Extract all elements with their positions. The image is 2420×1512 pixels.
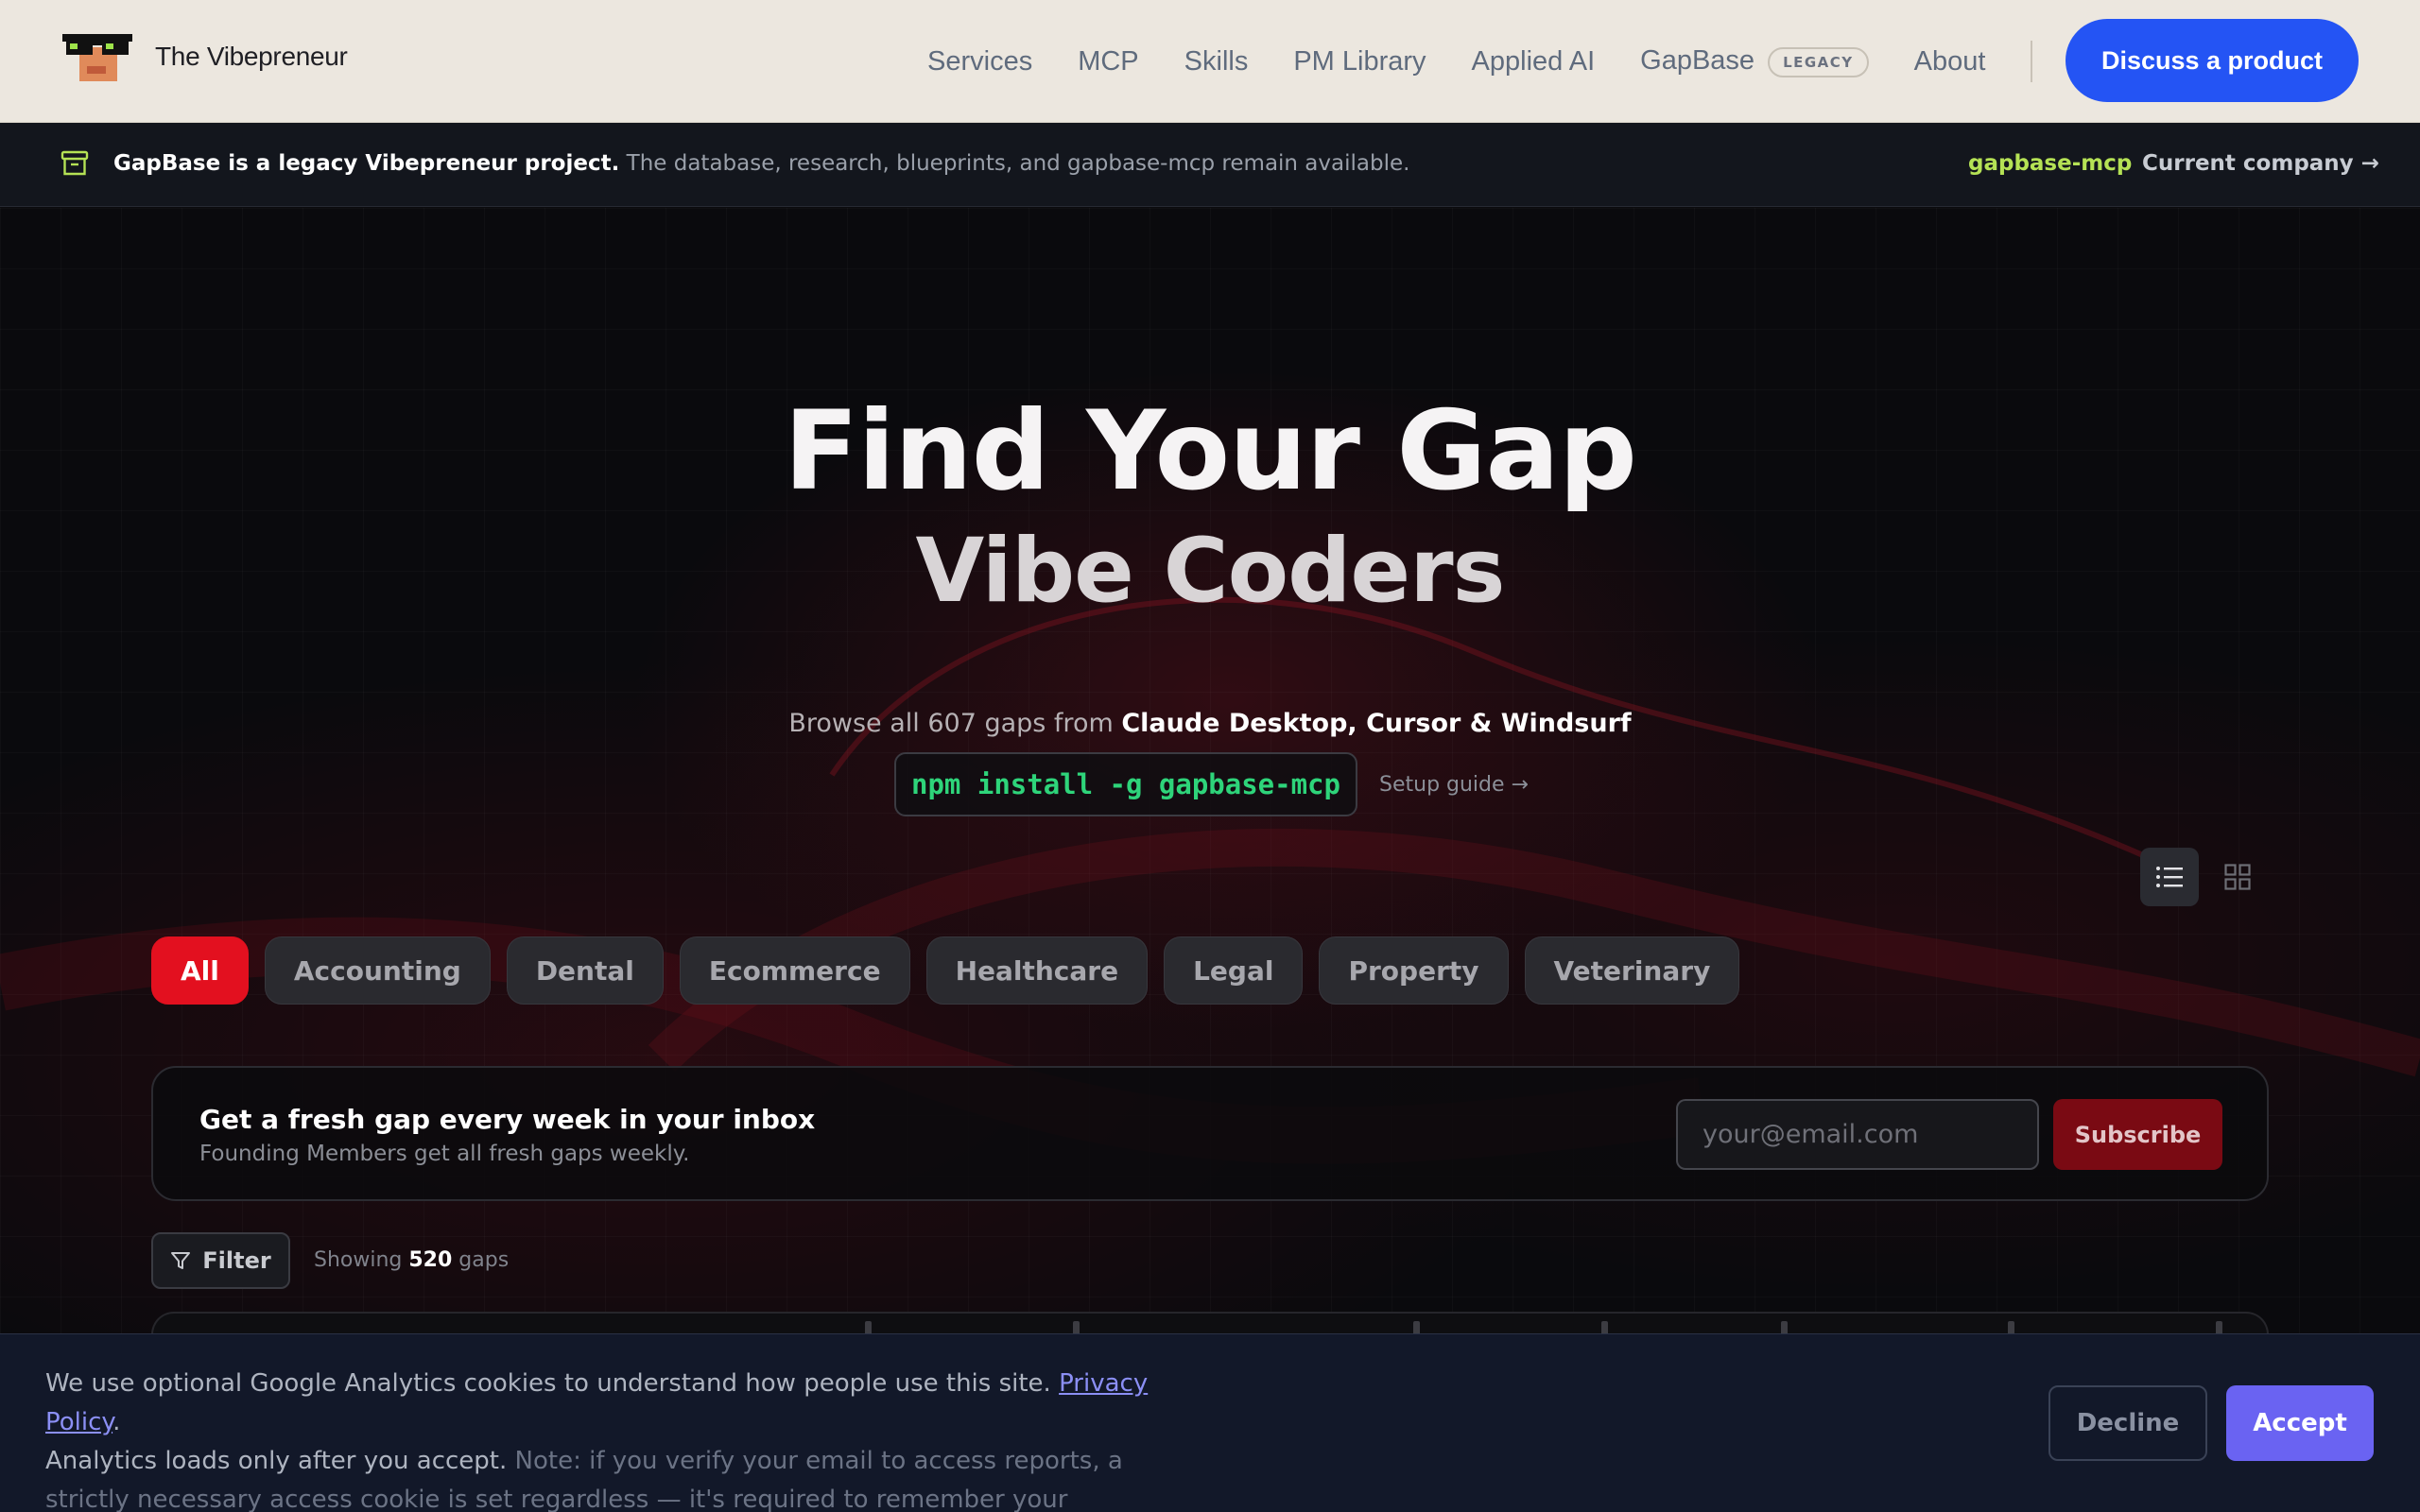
setup-guide-link[interactable]: Setup guide → [1379,773,1529,797]
cookie-message: We use optional Google Analytics cookies… [45,1365,1161,1512]
brand-logo[interactable]: The Vibepreneur [62,30,348,83]
grid-view-toggle[interactable] [2208,848,2267,906]
grid-view-icon [2224,864,2251,890]
hero-section: Find Your Gap Vibe Coders Browse all 607… [0,208,2420,1512]
brand-name: The Vibepreneur [155,42,348,71]
subscribe-title: Get a fresh gap every week in your inbox [199,1104,816,1135]
arrow-right-icon: → [2360,151,2379,176]
pixel-sunglasses-avatar-icon [62,34,132,81]
results-count: Showing 520 gaps [314,1248,509,1272]
legacy-banner: GapBase is a legacy Vibepreneur project.… [0,123,2420,207]
nav-services[interactable]: Services [927,46,1032,77]
showing-prefix: Showing [314,1248,409,1272]
current-company-link[interactable]: Current company → [2142,151,2379,176]
cookie-line2: Analytics loads only after you accept. [45,1447,515,1475]
banner-bold: GapBase is a legacy Vibepreneur project. [113,151,620,176]
cookie-line1: We use optional Google Analytics cookies… [45,1369,1060,1398]
cookie-line1-end: . [112,1408,121,1436]
nav-pm-library[interactable]: PM Library [1293,46,1426,77]
showing-suffix: gaps [452,1248,510,1272]
site-header: The Vibepreneur Services MCP Skills PM L… [0,0,2420,123]
nav-gapbase-label: GapBase [1640,45,1755,77]
chip-healthcare[interactable]: Healthcare [925,936,1149,1005]
subscribe-card: Get a fresh gap every week in your inbox… [151,1066,2269,1201]
accept-cookies-button[interactable]: Accept [2226,1385,2374,1461]
nav-divider [2031,41,2033,82]
nav-mcp[interactable]: MCP [1078,46,1138,77]
hero-title: Find Your Gap [784,387,1637,515]
browse-clients: Claude Desktop, Cursor & Windsurf [1121,709,1632,738]
nav-gapbase[interactable]: GapBase LEGACY [1640,45,1869,77]
subscribe-description: Founding Members get all fresh gaps week… [199,1142,690,1166]
banner-body: The database, research, blueprints, and … [619,151,1410,176]
archive-icon [60,150,89,176]
nav-applied-ai[interactable]: Applied AI [1472,46,1596,77]
chip-ecommerce[interactable]: Ecommerce [679,936,910,1005]
filter-label: Filter [202,1247,271,1274]
category-chips: All Accounting Dental Ecommerce Healthca… [151,936,1740,1005]
discuss-product-button[interactable]: Discuss a product [2066,19,2359,102]
cookie-consent-bar: We use optional Google Analytics cookies… [0,1333,2420,1512]
funnel-icon [171,1252,191,1269]
chip-veterinary[interactable]: Veterinary [1524,936,1740,1005]
chip-dental[interactable]: Dental [506,936,664,1005]
chip-legal[interactable]: Legal [1164,936,1304,1005]
filter-button[interactable]: Filter [151,1232,290,1289]
banner-message: GapBase is a legacy Vibepreneur project.… [113,151,1409,176]
npm-install-command[interactable]: npm install -g gapbase-mcp [894,752,1357,816]
decline-cookies-button[interactable]: Decline [2048,1385,2207,1461]
browse-text: Browse all 607 gaps from Claude Desktop,… [0,709,2420,738]
gapbase-mcp-link[interactable]: gapbase-mcp [1968,151,2132,176]
hero-subtitle: Vibe Coders [915,520,1506,623]
subscribe-button[interactable]: Subscribe [2053,1099,2222,1170]
list-view-toggle[interactable] [2140,848,2199,906]
showing-count: 520 [408,1248,453,1272]
nav-about[interactable]: About [1914,46,1986,77]
browse-prefix: Browse all 607 gaps from [788,709,1122,738]
chip-all[interactable]: All [151,936,249,1005]
current-company-label: Current company [2142,151,2354,176]
nav-skills[interactable]: Skills [1184,46,1249,77]
list-view-icon [2156,867,2183,887]
chip-accounting[interactable]: Accounting [264,936,491,1005]
chip-property[interactable]: Property [1319,936,1509,1005]
main-nav: Services MCP Skills PM Library Applied A… [927,0,2078,123]
legacy-badge: LEGACY [1768,46,1869,77]
email-input[interactable] [1676,1099,2039,1170]
